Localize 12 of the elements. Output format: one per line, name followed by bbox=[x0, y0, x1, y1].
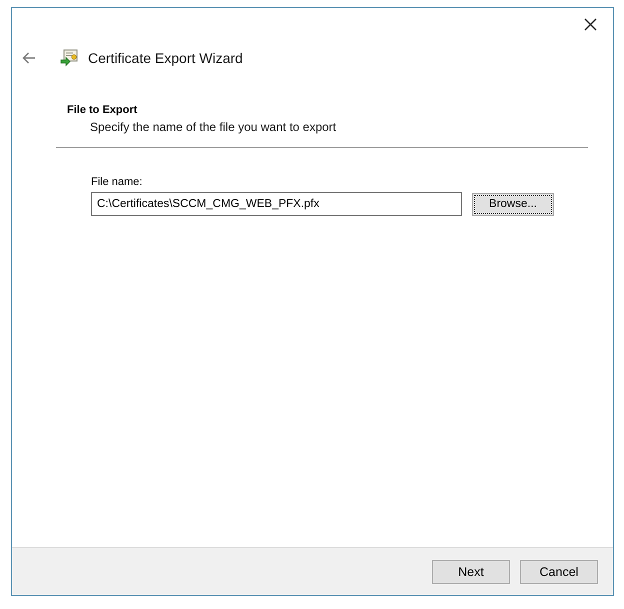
close-icon bbox=[584, 18, 596, 30]
certificate-icon bbox=[60, 49, 79, 67]
cancel-button[interactable]: Cancel bbox=[520, 560, 598, 584]
page-heading: File to Export bbox=[67, 104, 138, 116]
back-button[interactable] bbox=[21, 51, 37, 65]
file-name-label: File name: bbox=[91, 176, 144, 188]
next-button[interactable]: Next bbox=[432, 560, 510, 584]
page-subheading: Specify the name of the file you want to export bbox=[89, 120, 338, 134]
browse-button[interactable]: Browse... bbox=[472, 192, 554, 216]
wizard-title: Certificate Export Wizard bbox=[88, 50, 243, 66]
file-name-input[interactable]: C:\Certificates\SCCM_CMG_WEB_PFX.pfx bbox=[91, 192, 462, 216]
back-arrow-icon bbox=[22, 52, 36, 64]
